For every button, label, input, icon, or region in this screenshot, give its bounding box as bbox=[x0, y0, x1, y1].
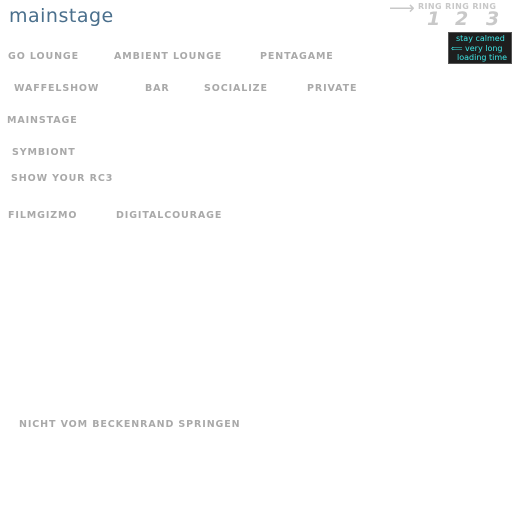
link-mainstage[interactable]: MAINSTAGE bbox=[7, 115, 78, 126]
link-waffelshow[interactable]: WAFFELSHOW bbox=[14, 83, 99, 94]
ring-number-1[interactable]: 1 bbox=[427, 10, 440, 29]
link-go-lounge[interactable]: GO LOUNGE bbox=[8, 51, 79, 62]
link-pentagame[interactable]: PENTAGAME bbox=[260, 51, 334, 62]
link-bar[interactable]: BAR bbox=[145, 83, 170, 94]
ring-number-2[interactable]: 2 bbox=[455, 10, 468, 29]
arrow-left-icon: ⟸ bbox=[451, 43, 463, 53]
link-symbiont[interactable]: SYMBIONT bbox=[12, 147, 76, 158]
arrow-right-icon: ⟶ bbox=[389, 0, 415, 19]
link-private[interactable]: PRIVATE bbox=[307, 83, 357, 94]
mainstage-logo: mainstage bbox=[9, 5, 114, 27]
loading-line-3: loading time bbox=[457, 53, 508, 62]
link-nicht-vom-beckenrand-springen[interactable]: NICHT VOM BECKENRAND SPRINGEN bbox=[19, 419, 240, 430]
loading-line-2: very long bbox=[465, 43, 503, 53]
link-digitalcourage[interactable]: DIGITALCOURAGE bbox=[116, 210, 222, 221]
link-filmgizmo[interactable]: FILMGIZMO bbox=[8, 210, 77, 221]
link-ambient-lounge[interactable]: AMBIENT LOUNGE bbox=[114, 51, 222, 62]
link-socialize[interactable]: SOCIALIZE bbox=[204, 83, 268, 94]
link-show-your-rc3[interactable]: SHOW YOUR RC3 bbox=[11, 173, 113, 184]
loading-line-1: stay calmed bbox=[456, 34, 505, 43]
loading-notice: stay calmed ⟸ very long loading time bbox=[448, 32, 512, 64]
ring-number-3[interactable]: 3 bbox=[486, 10, 499, 29]
